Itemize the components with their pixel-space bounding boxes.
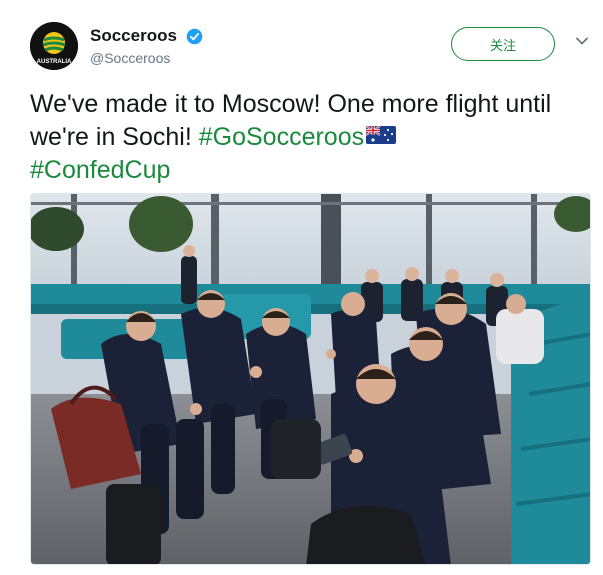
tweet-text: We've made it to Moscow! One more flight… [30, 88, 590, 187]
hashtag-gosocceroos[interactable]: #GoSocceroos [199, 123, 364, 151]
account-names: Socceroos @Socceroos [90, 26, 203, 66]
airport-lounge-photo [31, 194, 590, 564]
socceroos-logo: AUSTRALIA [30, 22, 78, 70]
follow-button[interactable]: 关注 [451, 27, 555, 61]
chevron-down-icon[interactable] [575, 34, 589, 48]
verified-badge-icon [187, 28, 203, 44]
tweet-header: AUSTRALIA Socceroos @Socceroos 关注 [30, 22, 590, 74]
hashtag-confedcup[interactable]: #ConfedCup [30, 156, 170, 184]
svg-text:AUSTRALIA: AUSTRALIA [37, 59, 72, 65]
handle[interactable]: @Socceroos [90, 50, 203, 66]
tweet-photo[interactable] [30, 193, 591, 565]
avatar[interactable]: AUSTRALIA [30, 22, 78, 70]
display-name[interactable]: Socceroos [90, 26, 177, 46]
australian-flag-icon [366, 126, 397, 145]
